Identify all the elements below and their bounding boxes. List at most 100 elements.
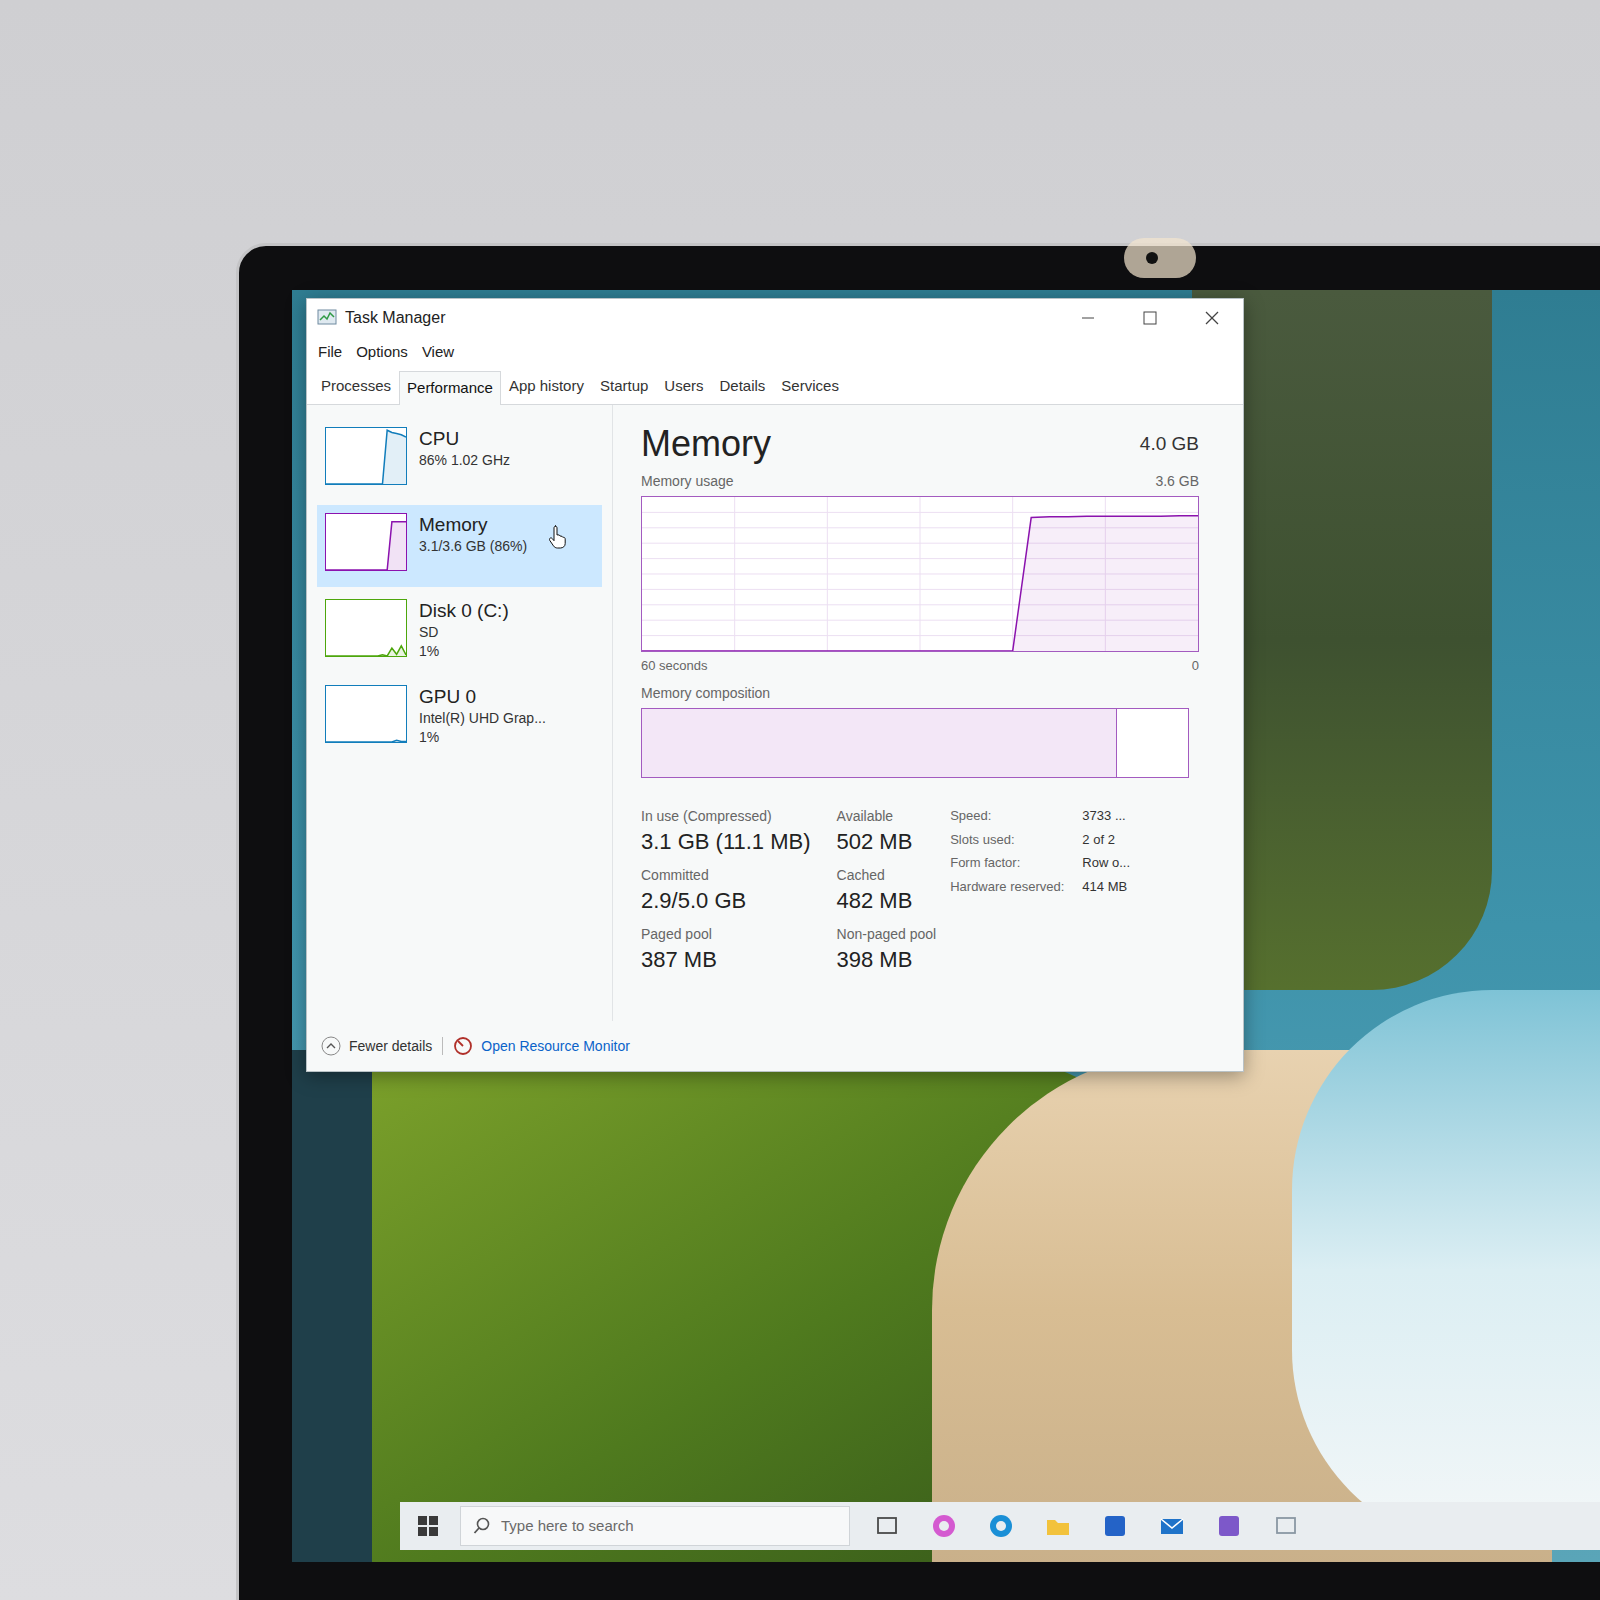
tab-label: Startup xyxy=(600,377,648,394)
tab[interactable]: Performance xyxy=(399,371,501,405)
sidebar-item[interactable]: Memory3.1/3.6 GB (86%) xyxy=(317,505,602,587)
detail-value: Row o... xyxy=(1082,853,1130,873)
tab-label: Users xyxy=(664,377,703,394)
edge-icon xyxy=(987,1512,1015,1540)
detail-label: Speed: xyxy=(950,806,1064,826)
tab-label: App history xyxy=(509,377,584,394)
sidebar-sparkline xyxy=(326,514,406,570)
taskbar xyxy=(400,1502,1600,1550)
memory-composition-bar xyxy=(641,708,1189,778)
hand-cursor-icon xyxy=(549,525,567,549)
resource-monitor-icon xyxy=(453,1036,473,1056)
taskbar-search-input[interactable] xyxy=(501,1515,837,1538)
taskbar-button[interactable] xyxy=(915,1502,972,1550)
time-axis-label: 60 seconds xyxy=(641,656,708,676)
task-manager-icon xyxy=(317,309,337,327)
taskbar-button[interactable] xyxy=(1143,1502,1200,1550)
stat-value: 3.1 GB (11.1 MB) xyxy=(641,827,811,857)
copilot-icon xyxy=(930,1512,958,1540)
sidebar-item-name: Memory xyxy=(419,513,527,537)
detail-label: Hardware reserved: xyxy=(950,877,1064,897)
stat-label: Non-paged pool xyxy=(837,924,937,945)
usage-label: Memory usage xyxy=(641,471,734,492)
stat: Non-paged pool398 MB xyxy=(837,924,937,975)
tab[interactable]: Startup xyxy=(592,369,656,404)
sidebar-item-name: GPU 0 xyxy=(419,685,546,709)
sidebar-item-name: Disk 0 (C:) xyxy=(419,599,509,623)
maximize-button[interactable] xyxy=(1119,300,1181,336)
app-icon xyxy=(1272,1512,1300,1540)
sidebar-thumbnail xyxy=(325,685,407,743)
sidebar-item-detail: 86% 1.02 GHz xyxy=(419,451,510,470)
stat: Available502 MB xyxy=(837,806,937,857)
sidebar-thumbnail xyxy=(325,513,407,571)
taskbar-button[interactable] xyxy=(972,1502,1029,1550)
min-axis-label: 0 xyxy=(1192,656,1199,676)
task-manager-window: Task ManagerFileOptionsView Processes Perf… xyxy=(306,298,1244,1072)
resource-monitor-label: Open Resource Monitor xyxy=(481,1036,630,1057)
menu-item[interactable]: View xyxy=(417,338,459,367)
menu-item[interactable]: File xyxy=(313,338,347,367)
detail-label: Form factor: xyxy=(950,853,1064,873)
webcam-lens xyxy=(1146,252,1158,264)
minimize-button[interactable] xyxy=(1057,300,1119,336)
sidebar-item-detail: SD xyxy=(419,623,509,642)
tab[interactable]: Users xyxy=(656,369,711,404)
title-bar: Task Manager xyxy=(307,299,1243,337)
panel-title: Memory xyxy=(641,423,771,465)
memory-stats: In use (Compressed)3.1 GB (11.1 MB)Avail… xyxy=(641,806,936,975)
detail-value: 3733 ... xyxy=(1082,806,1130,826)
sidebar-item[interactable]: GPU 0Intel(R) UHD Grap...1% xyxy=(317,677,602,759)
taskbar-button[interactable] xyxy=(1029,1502,1086,1550)
menu-item[interactable]: Options xyxy=(351,338,413,367)
sidebar-item[interactable]: CPU86% 1.02 GHz xyxy=(317,419,602,501)
mail-icon xyxy=(1158,1512,1186,1540)
stat: Cached482 MB xyxy=(837,865,937,916)
taskbar-button[interactable] xyxy=(1086,1502,1143,1550)
sidebar-item-name: CPU xyxy=(419,427,510,451)
memory-total: 4.0 GB xyxy=(1140,430,1199,465)
teams-icon xyxy=(1215,1512,1243,1540)
stat-value: 502 MB xyxy=(837,827,937,857)
sidebar-sparkline xyxy=(326,428,406,484)
composition-label: Memory composition xyxy=(641,683,1199,704)
taskbar-search[interactable] xyxy=(460,1506,850,1546)
usage-max: 3.6 GB xyxy=(1155,471,1199,492)
tab-label: Details xyxy=(720,377,766,394)
sidebar-item-detail: 3.1/3.6 GB (86%) xyxy=(419,537,527,556)
stat-value: 398 MB xyxy=(837,945,937,975)
taskbar-button[interactable] xyxy=(1257,1502,1314,1550)
resource-monitor-link[interactable]: Open Resource Monitor xyxy=(453,1036,630,1057)
stat: Committed2.9/5.0 GB xyxy=(641,865,811,916)
stat-value: 2.9/5.0 GB xyxy=(641,886,811,916)
tab[interactable]: App history xyxy=(501,369,592,404)
wallpaper-surf xyxy=(1292,990,1600,1550)
taskbar-button[interactable] xyxy=(1200,1502,1257,1550)
taskbar-button[interactable] xyxy=(858,1502,915,1550)
in-use-fill xyxy=(642,709,1117,777)
stat: Paged pool387 MB xyxy=(641,924,811,975)
stat-label: Cached xyxy=(837,865,937,886)
tab[interactable]: Details xyxy=(712,369,774,404)
performance-body: CPU86% 1.02 GHzMemory3.1/3.6 GB (86%)Dis… xyxy=(307,405,1243,1022)
sidebar-thumbnail xyxy=(325,599,407,657)
stat-value: 387 MB xyxy=(641,945,811,975)
fewer-details-button[interactable]: Fewer details xyxy=(321,1036,432,1057)
windows-start-icon[interactable] xyxy=(418,1516,438,1536)
window-footer: Fewer details Open Resource Monitor xyxy=(307,1021,1243,1071)
sidebar-item-detail: 1% xyxy=(419,642,509,661)
tab[interactable]: Processes xyxy=(313,369,399,404)
file-explorer-icon xyxy=(1044,1512,1072,1540)
sidebar-sparkline xyxy=(326,686,406,742)
sidebar-item[interactable]: Disk 0 (C:)SD1% xyxy=(317,591,602,673)
tab[interactable]: Services xyxy=(773,369,847,404)
tab-label: Performance xyxy=(407,379,493,396)
detail-value: 414 MB xyxy=(1082,877,1130,897)
close-button[interactable] xyxy=(1181,300,1243,336)
tab-bar: Processes Performance App history Startup Us… xyxy=(307,367,1243,405)
detail-label: Slots used: xyxy=(950,830,1064,850)
webcam xyxy=(1124,238,1196,278)
store-icon xyxy=(1101,1512,1129,1540)
search-icon xyxy=(473,1517,491,1535)
task-view-icon xyxy=(873,1512,901,1540)
